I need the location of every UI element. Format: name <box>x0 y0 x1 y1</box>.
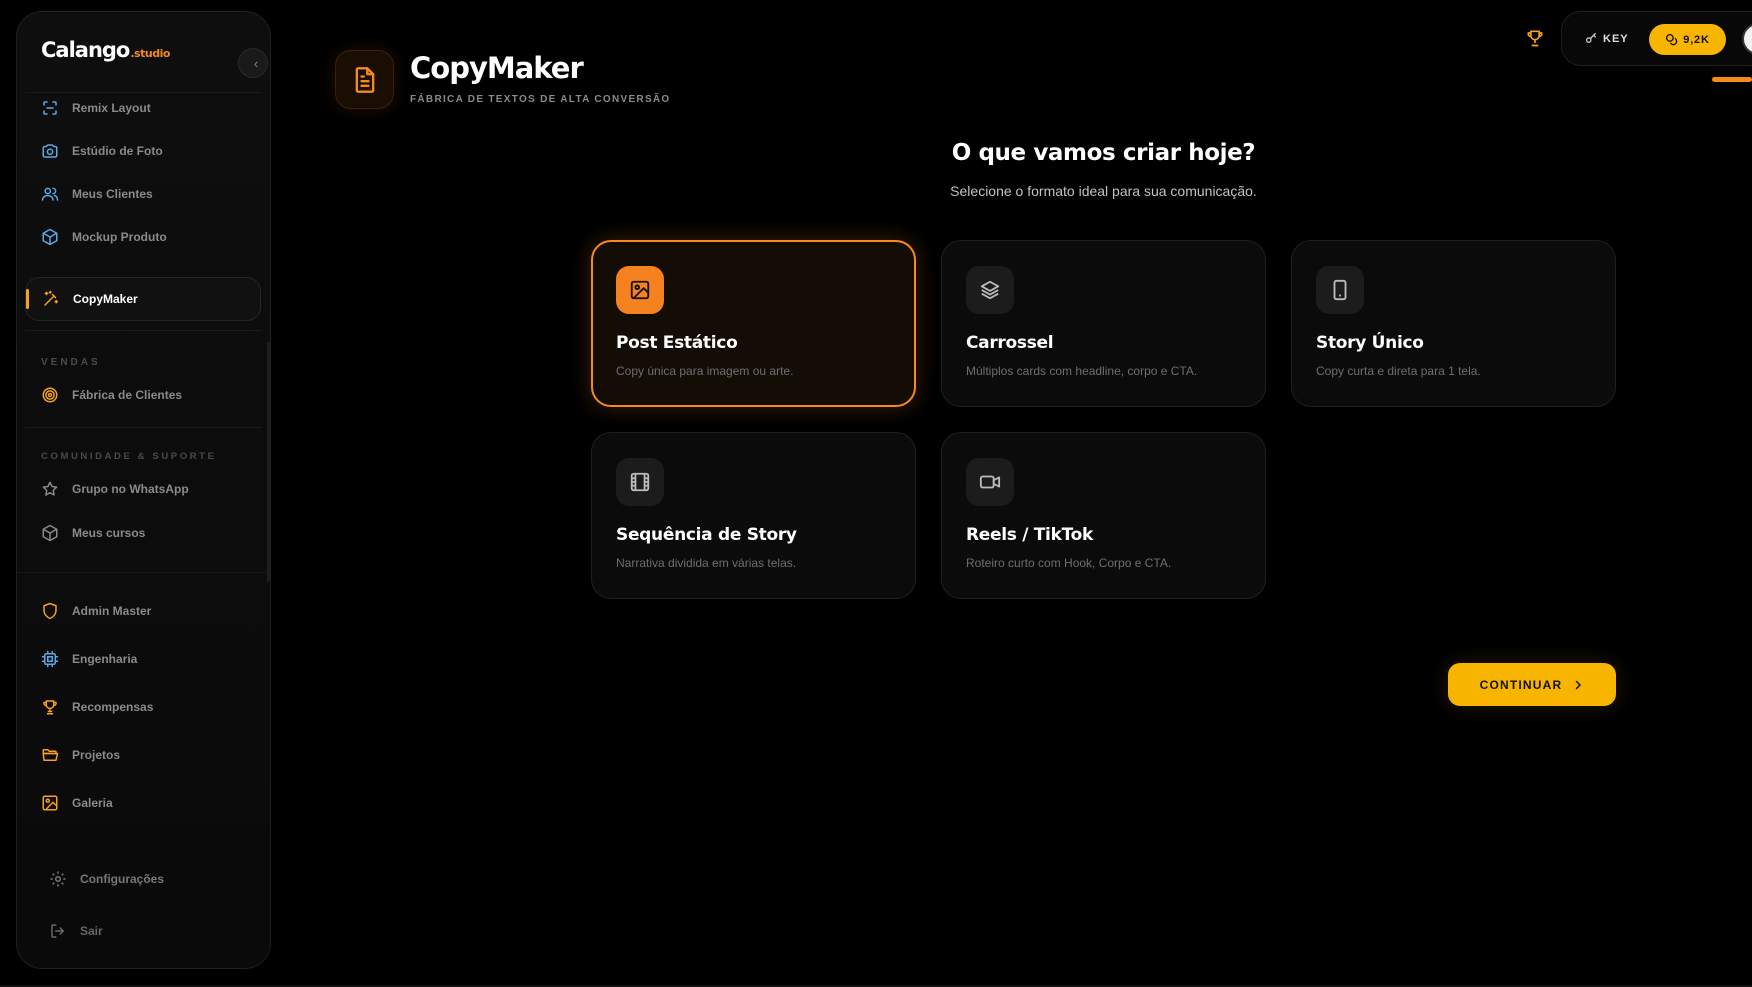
credits-badge[interactable]: 9,2K <box>1649 24 1726 55</box>
video-icon <box>966 458 1014 506</box>
format-card-sequencia-de-story[interactable]: Sequência de Story Narrativa dividida em… <box>591 432 916 599</box>
sidebar-scrollbar[interactable] <box>267 342 270 582</box>
settings-label: Configurações <box>80 872 165 886</box>
magic-wand-icon <box>41 289 61 309</box>
sidebar-item-label: CopyMaker <box>73 292 138 306</box>
sidebar-item-remix-layout[interactable]: Remix Layout <box>25 87 261 129</box>
format-title: Post Estático <box>616 333 738 353</box>
sidebar-item-label: Grupo no WhatsApp <box>72 482 189 496</box>
sidebar-item-label: Admin Master <box>72 604 152 618</box>
gallery-icon <box>40 793 60 813</box>
layers-icon <box>966 266 1014 314</box>
format-title: Reels / TikTok <box>966 525 1093 545</box>
format-description: Múltiplos cards com headline, corpo e CT… <box>966 364 1198 378</box>
format-card-reels-tiktok[interactable]: Reels / TikTok Roteiro curto com Hook, C… <box>941 432 1266 599</box>
continue-label: CONTINUAR <box>1479 677 1563 692</box>
gear-icon <box>48 869 68 889</box>
avatar[interactable] <box>1742 23 1752 55</box>
coins-icon <box>1666 33 1678 46</box>
copymaker-logo <box>335 50 394 109</box>
sidebar-item-projetos[interactable]: Projetos <box>25 734 261 776</box>
sidebar-item-admin-master[interactable]: Admin Master <box>25 590 261 632</box>
format-card-carrossel[interactable]: Carrossel Múltiplos cards com headline, … <box>941 240 1266 407</box>
key-icon <box>1585 32 1596 43</box>
sidebar-item-label: Projetos <box>72 748 121 762</box>
cpu-icon <box>40 649 60 669</box>
sidebar-item-label: Mockup Produto <box>72 230 167 244</box>
box-icon <box>40 227 60 247</box>
brand-suffix: .studio <box>130 47 170 60</box>
phone-icon <box>1316 266 1364 314</box>
format-title: Sequência de Story <box>616 525 797 545</box>
sidebar-item-label: Engenharia <box>72 652 138 666</box>
sidebar-item-grupo-whatsapp[interactable]: Grupo no WhatsApp <box>25 468 261 510</box>
brand-name: Calango <box>41 38 130 62</box>
chevron-left-icon: ‹ <box>253 55 259 71</box>
format-title: Story Único <box>1316 333 1424 353</box>
logout-button[interactable]: Sair <box>33 910 269 952</box>
format-title: Carrossel <box>966 333 1054 353</box>
logout-label: Sair <box>80 924 103 938</box>
format-description: Copy curta e direta para 1 tela. <box>1316 364 1481 378</box>
settings-button[interactable]: Configurações <box>33 858 269 900</box>
sidebar-item-meus-cursos[interactable]: Meus cursos <box>25 512 261 554</box>
shield-icon <box>40 601 60 621</box>
trophy-icon <box>1527 30 1543 47</box>
sidebar-item-label: Recompensas <box>72 700 154 714</box>
format-card-story-unico[interactable]: Story Único Copy curta e direta para 1 t… <box>1291 240 1616 407</box>
target-icon <box>40 385 60 405</box>
main-question: O que vamos criar hoje? <box>951 140 1256 166</box>
format-card-post-estatico[interactable]: Post Estático Copy única para imagem ou … <box>591 240 916 407</box>
sidebar-item-copymaker[interactable]: CopyMaker <box>25 277 261 321</box>
format-description: Roteiro curto com Hook, Corpo e CTA. <box>966 556 1172 570</box>
collapse-sidebar-button[interactable]: ‹ <box>238 48 268 78</box>
progress-indicator <box>1712 77 1752 82</box>
sidebar-item-fabrica-de-clientes[interactable]: Fábrica de Clientes <box>25 374 261 416</box>
sidebar-item-label: Meus cursos <box>72 526 146 540</box>
section-label-comunidade: COMUNIDADE & SUPORTE <box>41 451 217 462</box>
api-key-button[interactable]: KEY <box>1585 24 1629 53</box>
film-icon <box>616 458 664 506</box>
divider <box>25 427 262 428</box>
credits-value: 9,2K <box>1683 33 1710 46</box>
format-description: Narrativa dividida em várias telas. <box>616 556 797 570</box>
main-question-subtitle: Selecione o formato ideal para sua comun… <box>950 183 1257 199</box>
sidebar-item-label: Galeria <box>72 796 113 810</box>
sidebar-item-mockup-produto[interactable]: Mockup Produto <box>25 216 261 258</box>
image-icon <box>616 266 664 314</box>
star-icon <box>40 479 60 499</box>
brand-logo[interactable]: Calango.studio <box>41 38 170 62</box>
divider <box>25 330 262 331</box>
sidebar-item-label: Fábrica de Clientes <box>72 388 183 402</box>
document-icon <box>355 66 374 93</box>
continue-button[interactable]: CONTINUAR <box>1448 663 1616 706</box>
rewards-button[interactable] <box>1522 25 1548 51</box>
format-description: Copy única para imagem ou arte. <box>616 364 794 378</box>
logout-icon <box>48 921 68 941</box>
package-icon <box>40 523 60 543</box>
section-label-vendas: VENDAS <box>41 357 101 368</box>
folder-icon <box>40 745 60 765</box>
sidebar-item-label: Remix Layout <box>72 101 151 115</box>
sidebar-item-recompensas[interactable]: Recompensas <box>25 686 261 728</box>
key-label: KEY <box>1603 32 1629 45</box>
divider <box>17 572 270 573</box>
chevron-right-icon <box>1576 680 1582 689</box>
scan-icon <box>40 98 60 118</box>
sidebar-item-engenharia[interactable]: Engenharia <box>25 638 261 680</box>
trophy-icon <box>40 697 60 717</box>
page-subtitle: FÁBRICA DE TEXTOS DE ALTA CONVERSÃO <box>410 94 671 105</box>
top-bar: KEY 9,2K <box>1561 11 1752 66</box>
sidebar-item-galeria[interactable]: Galeria <box>25 782 261 824</box>
page-title: CopyMaker <box>410 51 584 85</box>
